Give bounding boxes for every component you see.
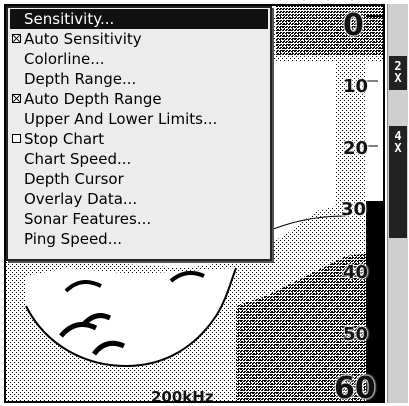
menu-item-sonar-features[interactable]: Sonar Features... — [10, 209, 268, 229]
checkbox-unchecked-icon[interactable] — [12, 134, 21, 143]
depth-label-bottom: 60 — [334, 371, 376, 403]
frequency-label: 200kHz — [151, 388, 214, 403]
menu-item-label: Depth Cursor — [24, 170, 124, 188]
zoom-2x-button[interactable]: 2 X — [389, 56, 407, 90]
menu-item-label: Sonar Features... — [24, 210, 152, 228]
checkbox-checked-icon[interactable] — [12, 94, 21, 103]
depth-label-40: 40 — [343, 262, 369, 283]
depth-label-30: 30 — [341, 199, 367, 220]
depth-label-50: 50 — [343, 324, 369, 345]
menu-item-ping-speed[interactable]: Ping Speed... — [10, 229, 268, 249]
menu-item-label: Auto Depth Range — [24, 90, 162, 108]
sonar-menu: Sensitivity... Auto Sensitivity Colorlin… — [6, 6, 272, 261]
menu-item-stop-chart[interactable]: Stop Chart — [10, 129, 268, 149]
surface-clutter-dense — [276, 6, 383, 56]
menu-item-label: Auto Sensitivity — [24, 30, 142, 48]
menu-item-upper-lower-limits[interactable]: Upper And Lower Limits... — [10, 109, 268, 129]
zoom-4x-x: X — [394, 141, 402, 155]
depth-label-top: 0 — [343, 8, 364, 43]
menu-item-overlay-data[interactable]: Overlay Data... — [10, 189, 268, 209]
checkbox-checked-icon[interactable] — [12, 34, 21, 43]
zoom-bar[interactable]: 2 X 4 X — [387, 4, 408, 403]
menu-item-label: Colorline... — [24, 50, 105, 68]
menu-item-label: Stop Chart — [24, 130, 105, 148]
menu-item-label: Ping Speed... — [24, 230, 123, 248]
menu-item-label: Depth Range... — [24, 70, 137, 88]
menu-item-depth-range[interactable]: Depth Range... — [10, 69, 268, 89]
menu-item-label: Sensitivity... — [24, 10, 115, 28]
depth-label-10: 10 — [343, 76, 369, 97]
menu-item-auto-sensitivity[interactable]: Auto Sensitivity — [10, 29, 268, 49]
menu-item-chart-speed[interactable]: Chart Speed... — [10, 149, 268, 169]
menu-item-depth-cursor[interactable]: Depth Cursor — [10, 169, 268, 189]
menu-item-label: Chart Speed... — [24, 150, 132, 168]
menu-item-auto-depth-range[interactable]: Auto Depth Range — [10, 89, 268, 109]
menu-item-colorline[interactable]: Colorline... — [10, 49, 268, 69]
zoom-4x-button[interactable]: 4 X — [389, 126, 407, 238]
sonar-screen: 0 10 20 30 40 50 60 200kHz 2 X 4 X Sensi… — [0, 0, 409, 406]
menu-item-label: Overlay Data... — [24, 190, 138, 208]
right-noise-column — [336, 26, 366, 206]
menu-item-sensitivity[interactable]: Sensitivity... — [10, 9, 268, 29]
zoom-2x-x: X — [394, 71, 402, 85]
menu-item-label: Upper And Lower Limits... — [24, 110, 218, 128]
depth-label-20: 20 — [343, 138, 369, 159]
